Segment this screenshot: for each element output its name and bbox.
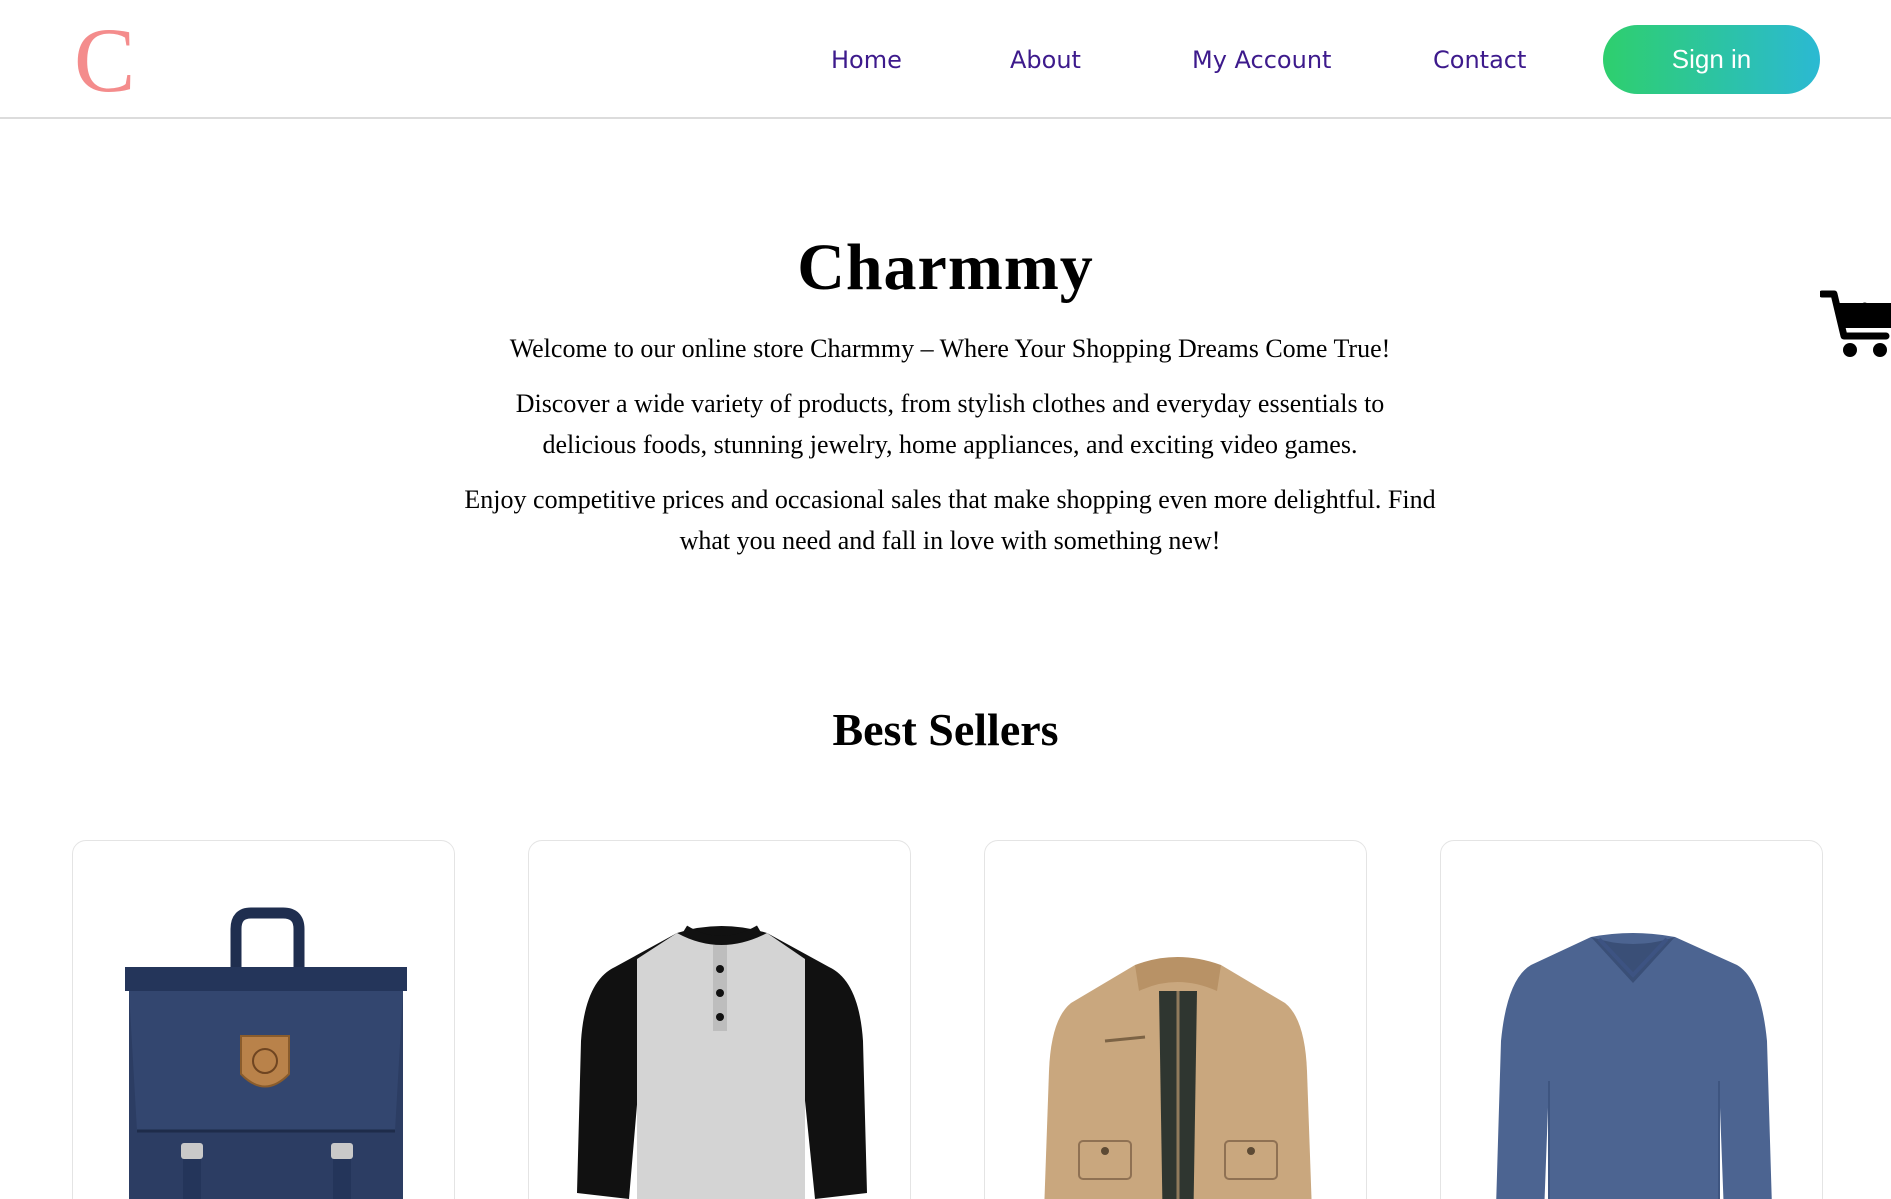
product-image-navy-backpack [125,907,407,1199]
product-image-khaki-jacket [1044,957,1312,1199]
product-image-blue-v-neck-sweater [1496,933,1772,1199]
product-card[interactable] [1440,840,1823,1199]
nav-home-link[interactable]: Home [831,46,902,74]
hero-title: Charmmy [797,231,1094,304]
sign-in-button[interactable]: Sign in [1603,25,1820,94]
product-card[interactable] [984,840,1367,1199]
nav-contact-link[interactable]: Contact [1433,46,1526,74]
best-sellers-heading: Best Sellers [832,704,1059,755]
hero-enjoy-text: Enjoy competitive prices and occasional … [464,485,1436,555]
hero-welcome-text: Welcome to our online store Charmmy – Wh… [509,334,1391,363]
logo[interactable]: C [74,14,135,106]
product-image-raglan-henley-shirt [577,925,867,1199]
product-card[interactable] [72,840,455,1199]
site-header: C Home About My Account Contact Sign in [0,0,1891,119]
product-card[interactable] [528,840,911,1199]
hero-discover-text: Discover a wide variety of products, fro… [515,389,1385,459]
nav-about-link[interactable]: About [1010,46,1081,74]
nav-my-account-link[interactable]: My Account [1192,46,1331,74]
